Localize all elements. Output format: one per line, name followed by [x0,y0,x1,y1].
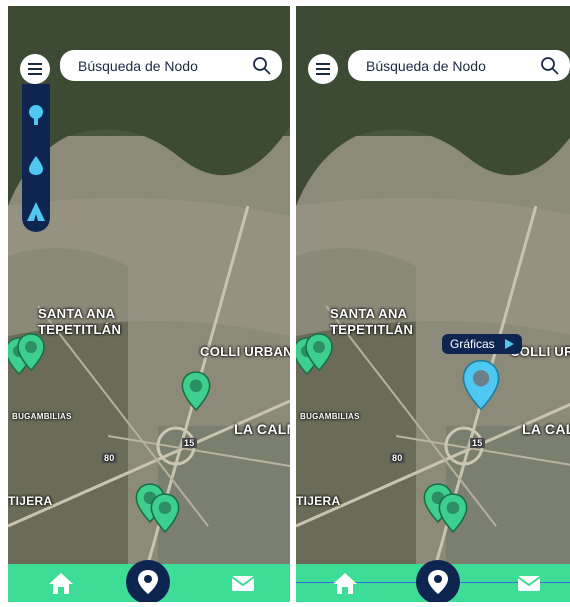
map-label-la-calma: LA CALM [522,421,570,437]
menu-button[interactable] [308,54,338,84]
map-pin-icon[interactable] [304,332,334,372]
road-marker-15: 15 [470,438,485,448]
mail-icon[interactable] [514,568,544,598]
play-arrow-icon [505,339,515,349]
menu-icon [28,63,42,75]
map-label-tepetitlan: TEPETITLÁN [330,322,414,337]
map-label-santa-ana: SANTA ANA [330,306,408,321]
map-label-tijera: TIJERA [8,494,53,508]
search-input[interactable]: Búsqueda de Nodo [366,58,486,74]
mail-icon[interactable] [228,568,258,598]
bottom-navigation [296,560,570,602]
layer-filter-panel [22,84,50,232]
search-input[interactable]: Búsqueda de Nodo [78,58,198,74]
screen-left: SANTA ANA TEPETITLÁN COLLI URBAN BUGAMBI… [8,6,290,602]
map-nav-button[interactable] [126,560,170,602]
map-pin-icon[interactable] [149,492,181,534]
road-marker-15: 15 [182,438,197,448]
location-icon [428,570,448,594]
location-icon [138,570,158,594]
map-label-santa-ana: SANTA ANA [38,306,116,321]
water-drop-icon[interactable] [26,154,46,176]
satellite-map[interactable] [8,6,290,564]
search-icon[interactable] [540,56,560,76]
search-icon[interactable] [252,56,272,76]
map-nav-button[interactable] [416,560,460,602]
map-label-bugambilias: BUGAMBILIAS [300,412,360,421]
bottom-navigation [8,560,290,602]
road-marker-80: 80 [390,453,405,463]
map-label-bugambilias: BUGAMBILIAS [12,412,72,421]
map-pin-icon[interactable] [437,492,469,534]
map-label-la-calma: LA CALM [234,421,290,437]
road-marker-80: 80 [102,453,117,463]
menu-button[interactable] [20,54,50,84]
node-search-bar[interactable]: Búsqueda de Nodo [60,50,282,81]
charts-button[interactable]: Gráficas [442,334,523,354]
map-label-tijera: TIJERA [296,494,341,508]
selected-map-pin-icon[interactable] [460,358,502,412]
map-pin-icon[interactable] [16,332,46,372]
tent-icon[interactable] [26,200,46,222]
home-icon[interactable] [330,568,360,598]
map-label-tepetitlan: TEPETITLÁN [38,322,122,337]
home-icon[interactable] [46,568,76,598]
tree-icon[interactable] [26,104,46,126]
menu-icon [316,63,330,75]
charts-label: Gráficas [450,337,495,351]
node-search-bar[interactable]: Búsqueda de Nodo [348,50,570,81]
map-pin-icon[interactable] [180,370,212,412]
satellite-map[interactable] [296,6,570,564]
screen-right: SANTA ANA TEPETITLÁN COLLI URBA BUGAMBIL… [296,6,570,602]
map-label-colli-urban: COLLI URBAN [200,344,290,359]
